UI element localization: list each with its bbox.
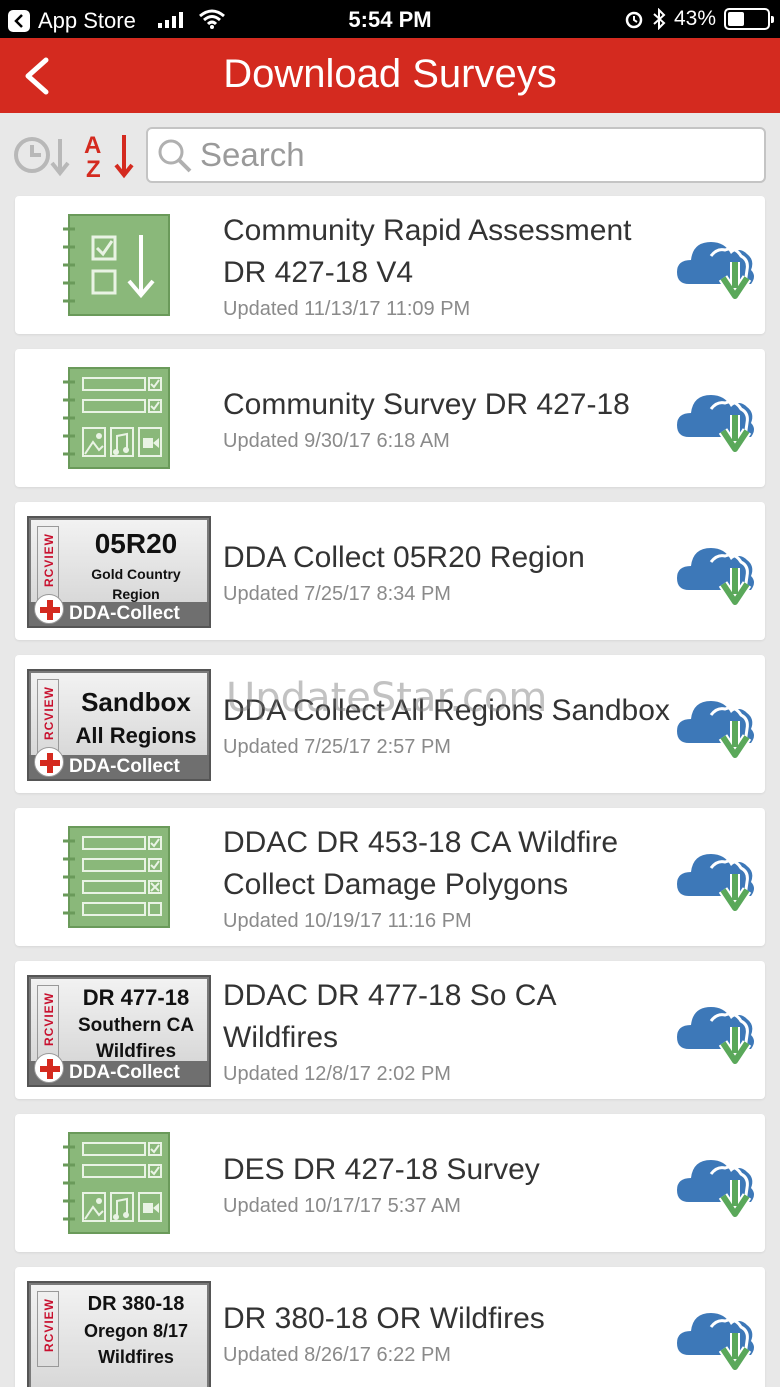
survey-updated: Updated 9/30/17 6:18 AM (223, 429, 450, 452)
badge-line: DR 477-18 (82, 985, 190, 1010)
survey-name: DDA Collect 05R20 Region (223, 540, 585, 574)
badge-line: Sandbox (81, 687, 191, 717)
toolbar: A Z (0, 113, 780, 195)
cloud-download-icon[interactable] (675, 1303, 757, 1373)
survey-row[interactable]: DES DR 427-18 Survey Updated 10/17/17 5:… (15, 1114, 765, 1252)
sort-alphabetical-icon[interactable]: A Z (82, 131, 138, 181)
survey-name: DDAC DR 453-18 CA Wildfire Collect Damag… (223, 825, 619, 901)
alarm-icon (625, 11, 643, 29)
badge-line: Wildfires (98, 1347, 174, 1367)
cloud-download-icon[interactable] (675, 1150, 757, 1220)
badge-side-label: RCVIEW (42, 1298, 56, 1352)
form-media-icon (63, 1132, 170, 1234)
cloud-download-icon[interactable] (675, 691, 757, 761)
svg-text:Z: Z (86, 156, 101, 181)
badge-footer: DDA-Collect (69, 603, 180, 624)
cloud-download-icon[interactable] (675, 844, 757, 914)
survey-row[interactable]: RCVIEW DR 477-18 Southern CA Wildfires D… (15, 961, 765, 1099)
search-box[interactable] (146, 127, 766, 183)
survey-name: DR 380-18 OR Wildfires (223, 1301, 545, 1335)
svg-text:A: A (84, 132, 101, 159)
battery-icon (724, 8, 774, 30)
cloud-download-icon[interactable] (675, 538, 757, 608)
bluetooth-icon (653, 8, 666, 30)
survey-updated: Updated 10/19/17 11:16 PM (223, 909, 472, 932)
battery-fill (728, 12, 745, 26)
cloud-download-icon[interactable] (675, 232, 757, 302)
rcview-badge: RCVIEW 05R20 Gold Country Region DDA-Col… (27, 516, 211, 628)
survey-name: DES DR 427-18 Survey (223, 1152, 540, 1186)
survey-name: Community Survey DR 427-18 (223, 387, 630, 421)
red-cross-icon (34, 594, 64, 624)
page-title: Download Surveys (223, 52, 557, 96)
checklist-download-icon (63, 214, 170, 316)
search-icon (158, 139, 192, 173)
form-media-icon (63, 367, 170, 469)
survey-row[interactable]: DDAC DR 453-18 CA Wildfire Collect Damag… (15, 808, 765, 946)
badge-line: Region (112, 586, 160, 602)
red-cross-icon (34, 747, 64, 777)
survey-row[interactable]: RCVIEW DR 380-18 Oregon 8/17 Wildfires D… (15, 1267, 765, 1387)
cloud-download-icon[interactable] (675, 997, 757, 1067)
survey-row[interactable]: RCVIEW 05R20 Gold Country Region DDA-Col… (15, 502, 765, 640)
badge-side-label: RCVIEW (42, 992, 56, 1046)
rcview-badge: RCVIEW DR 477-18 Southern CA Wildfires D… (27, 975, 211, 1087)
badge-line: All Regions (75, 723, 197, 748)
survey-updated: Updated 7/25/17 8:34 PM (223, 582, 451, 605)
survey-updated: Updated 8/26/17 6:22 PM (223, 1343, 451, 1366)
badge-line: Gold Country (91, 566, 181, 582)
survey-updated: Updated 12/8/17 2:02 PM (223, 1062, 451, 1085)
rcview-badge: RCVIEW DR 380-18 Oregon 8/17 Wildfires (27, 1281, 211, 1387)
badge-line: 05R20 (94, 528, 178, 559)
survey-name: Community Rapid Assessment DR 427-18 V4 (223, 213, 632, 289)
cloud-download-icon[interactable] (675, 385, 757, 455)
navigation-bar: Download Surveys (0, 38, 780, 113)
survey-row[interactable]: Community Survey DR 427-18 Updated 9/30/… (15, 349, 765, 487)
badge-footer: DDA-Collect (69, 756, 180, 777)
sort-by-time-icon[interactable] (12, 133, 70, 177)
search-input[interactable] (200, 133, 750, 177)
badge-line: Oregon 8/17 (83, 1321, 189, 1341)
battery-percent: 43% (673, 7, 716, 30)
survey-row[interactable]: Community Rapid Assessment DR 427-18 V4 … (15, 196, 765, 334)
badge-line: DR 380-18 (87, 1293, 185, 1315)
badge-line: Wildfires (95, 1041, 177, 1062)
badge-side-label: RCVIEW (42, 533, 56, 587)
survey-updated: Updated 7/25/17 2:57 PM (223, 735, 451, 758)
form-list-icon (63, 826, 170, 928)
rcview-badge: RCVIEW Sandbox All Regions DDA-Collect (27, 669, 211, 781)
survey-updated: Updated 11/13/17 11:09 PM (223, 297, 471, 320)
badge-side-label: RCVIEW (42, 686, 56, 740)
survey-updated: Updated 10/17/17 5:37 AM (223, 1194, 461, 1217)
badge-footer: DDA-Collect (69, 1062, 180, 1083)
badge-line: Southern CA (77, 1015, 195, 1036)
survey-name: DDAC DR 477-18 So CA Wildfires (223, 978, 555, 1054)
watermark: UpdateStar.com (226, 675, 548, 721)
status-bar: App Store 5:54 PM 43% (0, 0, 780, 38)
red-cross-icon (34, 1053, 64, 1083)
